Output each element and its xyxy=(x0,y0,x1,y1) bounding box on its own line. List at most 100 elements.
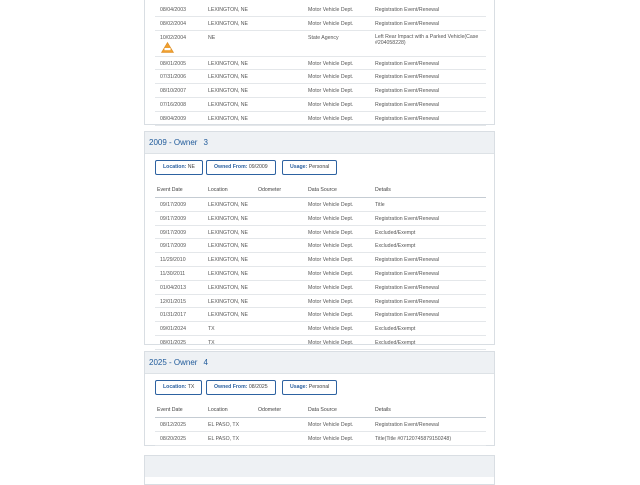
data-source-cell: Motor Vehicle Dept. xyxy=(308,257,354,264)
location-cell: LEXINGTON, NE xyxy=(208,202,248,208)
event-date-cell: 08/10/2007 xyxy=(160,88,186,95)
location-cell: EL PASO, TX xyxy=(208,422,240,428)
table-row: 01/31/2017 LEXINGTON, NE Motor Vehicle Dep… xyxy=(155,308,486,323)
table-row: 08/02/2004 LEXINGTON, NE Motor Vehicle Dep… xyxy=(155,17,486,31)
details-cell: Registration Event/Renewal xyxy=(375,60,440,67)
table-row: 11/29/2010 LEXINGTON, NE Motor Vehicle Dep… xyxy=(155,253,486,267)
details-cell: Registration Event/Renewal xyxy=(375,101,440,108)
event-date-cell: 08/12/2025 xyxy=(160,422,186,428)
event-date-cell: 09/17/2009 xyxy=(160,243,186,250)
owner-3-rows: 09/17/2009 LEXINGTON, NE Motor Vehicle Dep… xyxy=(145,198,494,350)
details-cell: Registration Event/Renewal xyxy=(375,115,440,122)
details-cell: Left Rear Impact with a Parked Vehicle(C… xyxy=(375,33,479,47)
col-data-source: Data Source xyxy=(308,187,337,193)
warning-triangle-icon xyxy=(161,41,174,53)
details-cell: Excluded/Exempt xyxy=(375,326,416,333)
owner-3-table-header: Event Date Location Odometer Data Source… xyxy=(155,184,486,198)
event-date-cell: 08/01/2005 xyxy=(160,60,186,67)
event-date-cell: 09/17/2009 xyxy=(160,215,186,222)
table-row: 10/02/2004 NE State Agency Left Rear Impact… xyxy=(155,31,486,57)
event-date-cell: 08/02/2004 xyxy=(160,20,186,27)
event-date-cell: 08/04/2003 xyxy=(160,7,186,13)
next-owner-header xyxy=(145,456,494,477)
location-cell: LEXINGTON, NE xyxy=(208,60,248,67)
event-date-cell: 08/01/2025 xyxy=(160,339,186,346)
owner-4-rows: 08/12/2025 EL PASO, TX Motor Vehicle Dept.… xyxy=(145,418,494,446)
owner-4-number: 4 xyxy=(203,358,208,367)
col-details: Details xyxy=(375,187,391,193)
data-source-cell: Motor Vehicle Dept. xyxy=(308,101,354,108)
location-chip: Location: TX xyxy=(155,380,203,395)
usage-chip: Usage: Personal xyxy=(282,380,338,395)
table-row: 07/31/2006 LEXINGTON, NE Motor Vehicle Dep… xyxy=(155,70,486,85)
data-source-cell: Motor Vehicle Dept. xyxy=(308,115,354,122)
table-row: 11/30/2011 LEXINGTON, NE Motor Vehicle Dep… xyxy=(155,267,486,281)
owner-3-header[interactable]: 2009 - Owner 3 xyxy=(145,132,494,154)
table-row: 08/01/2025 TX Motor Vehicle Dept. Excluded/… xyxy=(155,336,486,350)
location-cell: EL PASO, TX xyxy=(208,435,240,442)
owner-3-number: 3 xyxy=(203,138,208,147)
data-source-cell: Motor Vehicle Dept. xyxy=(308,284,354,291)
details-cell: Excluded/Exempt xyxy=(375,243,416,250)
location-cell: LEXINGTON, NE xyxy=(208,284,248,291)
col-odometer: Odometer xyxy=(258,187,282,193)
event-date-cell: 11/29/2010 xyxy=(160,257,186,264)
col-event-date: Event Date xyxy=(157,187,183,193)
data-source-cell: Motor Vehicle Dept. xyxy=(308,422,354,428)
col-data-source: Data Source xyxy=(308,407,337,413)
owned-from-chip: Owned From: 09/2009 xyxy=(206,160,276,175)
location-cell: LEXINGTON, NE xyxy=(208,115,248,122)
owned-from-chip: Owned From: 08/2025 xyxy=(206,380,276,395)
table-row: 09/01/2024 TX Motor Vehicle Dept. Excluded/… xyxy=(155,322,486,336)
details-cell: Excluded/Exempt xyxy=(375,339,416,346)
event-date-cell: 09/01/2024 xyxy=(160,326,186,333)
owner-4-summary: Location: TX Owned From: 08/2025 Usage: … xyxy=(145,374,494,404)
location-cell: LEXINGTON, NE xyxy=(208,257,248,264)
details-cell: Title(Title #07120745879150248) xyxy=(375,435,452,442)
event-date-cell: 01/31/2017 xyxy=(160,312,186,319)
owner-4-table-header: Event Date Location Odometer Data Source… xyxy=(155,404,486,418)
table-row: 12/01/2015 LEXINGTON, NE Motor Vehicle Dep… xyxy=(155,295,486,309)
data-source-cell: Motor Vehicle Dept. xyxy=(308,215,354,222)
owner-2-history-rows: 08/04/2003 LEXINGTON, NE Motor Vehicle Dep… xyxy=(145,3,494,126)
data-source-cell: Motor Vehicle Dept. xyxy=(308,312,354,319)
table-row: 08/04/2009 LEXINGTON, NE Motor Vehicle Dep… xyxy=(155,112,486,126)
owner-4-header[interactable]: 2025 - Owner 4 xyxy=(145,352,494,374)
event-date-cell: 09/17/2009 xyxy=(160,202,186,208)
location-cell: LEXINGTON, NE xyxy=(208,312,248,319)
data-source-cell: Motor Vehicle Dept. xyxy=(308,74,354,81)
owner-2-history-card: 08/04/2003 LEXINGTON, NE Motor Vehicle Dep… xyxy=(144,0,495,126)
data-source-cell: State Agency xyxy=(308,34,339,41)
col-details: Details xyxy=(375,407,391,413)
location-cell: LEXINGTON, NE xyxy=(208,215,248,222)
location-cell: LEXINGTON, NE xyxy=(208,243,248,250)
col-location: Location xyxy=(208,407,228,413)
location-cell: NE xyxy=(208,34,216,41)
location-cell: LEXINGTON, NE xyxy=(208,101,248,108)
table-row: 09/17/2009 LEXINGTON, NE Motor Vehicle Dep… xyxy=(155,239,486,254)
data-source-cell: Motor Vehicle Dept. xyxy=(308,202,354,208)
location-cell: LEXINGTON, NE xyxy=(208,88,248,95)
details-cell: Registration Event/Renewal xyxy=(375,74,440,81)
event-date-cell: 07/31/2006 xyxy=(160,74,186,81)
table-row: 08/20/2025 EL PASO, TX Motor Vehicle Dept.… xyxy=(155,432,486,446)
details-cell: Registration Event/Renewal xyxy=(375,215,440,222)
data-source-cell: Motor Vehicle Dept. xyxy=(308,326,354,333)
next-owner-card xyxy=(144,455,495,485)
table-row: 08/12/2025 EL PASO, TX Motor Vehicle Dept.… xyxy=(155,418,486,432)
col-odometer: Odometer xyxy=(258,407,282,413)
table-row: 01/04/2013 LEXINGTON, NE Motor Vehicle Dep… xyxy=(155,281,486,295)
location-cell: LEXINGTON, NE xyxy=(208,74,248,81)
event-date-cell: 07/16/2008 xyxy=(160,101,186,108)
location-cell: LEXINGTON, NE xyxy=(208,7,248,13)
table-row: 08/01/2005 LEXINGTON, NE Motor Vehicle Dep… xyxy=(155,57,486,71)
usage-chip: Usage: Personal xyxy=(282,160,338,175)
details-cell: Registration Event/Renewal xyxy=(375,270,440,277)
data-source-cell: Motor Vehicle Dept. xyxy=(308,7,354,13)
col-event-date: Event Date xyxy=(157,407,183,413)
details-cell: Registration Event/Renewal xyxy=(375,298,440,305)
data-source-cell: Motor Vehicle Dept. xyxy=(308,435,354,442)
table-row: 09/17/2009 LEXINGTON, NE Motor Vehicle Dep… xyxy=(155,212,486,226)
table-row: 09/17/2009 LEXINGTON, NE Motor Vehicle Dep… xyxy=(155,198,486,212)
data-source-cell: Motor Vehicle Dept. xyxy=(308,339,354,346)
